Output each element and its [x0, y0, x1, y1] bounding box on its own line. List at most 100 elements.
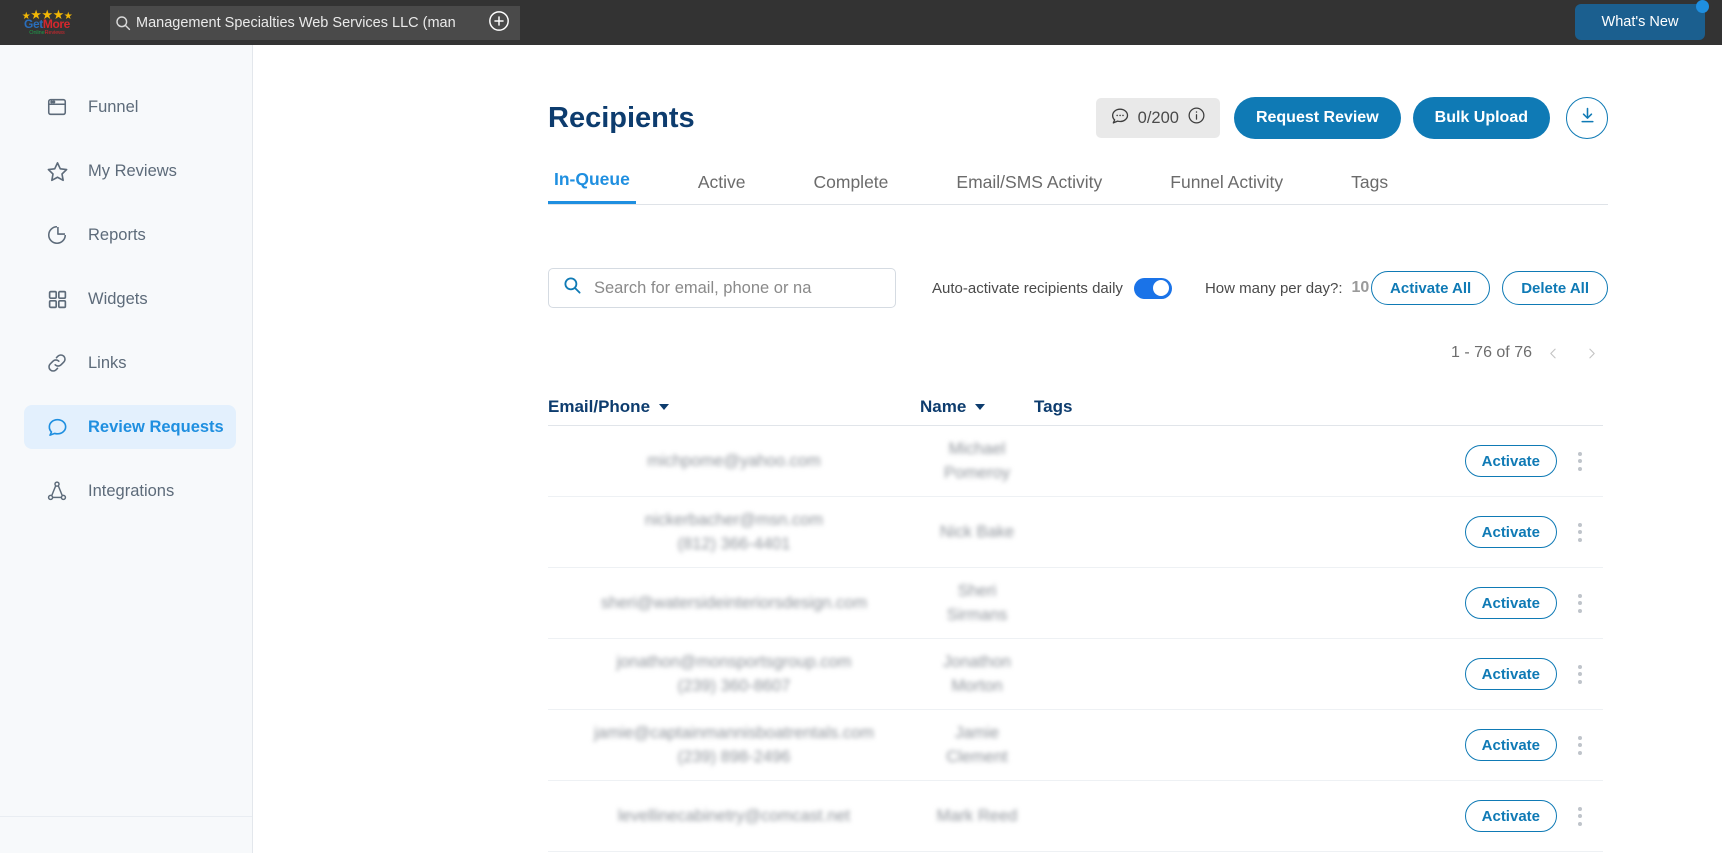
recipient-name-line1: Nick Bake	[939, 522, 1015, 541]
sidebar-item-label: Links	[88, 353, 127, 372]
cell-action: Activate	[1407, 516, 1557, 548]
auto-activate-toggle[interactable]	[1133, 277, 1172, 299]
logo-more-text: More	[42, 17, 70, 32]
kebab-menu-icon[interactable]	[1557, 522, 1603, 542]
cell-name: Mark Reed	[920, 807, 1034, 826]
download-icon	[1577, 105, 1598, 131]
logo-tagline: OnlineReviews	[29, 30, 65, 37]
sidebar-divider	[0, 816, 252, 817]
cell-action: Activate	[1407, 587, 1557, 619]
per-day-label: How many per day?:	[1204, 279, 1343, 297]
sidebar: Funnel My Reviews Reports Widgets Links …	[0, 45, 253, 853]
column-header-email-phone[interactable]: Email/Phone	[548, 397, 920, 417]
quota-value: 0/200	[1137, 108, 1179, 127]
per-day-value[interactable]: 10	[1352, 279, 1370, 297]
tab-active[interactable]: Active	[692, 172, 752, 204]
recipient-name-line1: Jonathon	[943, 652, 1011, 671]
sidebar-item-review-requests[interactable]: Review Requests	[24, 405, 236, 449]
recipient-phone: (239) 360-8607	[677, 676, 791, 695]
recipient-email: nickerbacher@msn.com	[644, 510, 824, 529]
column-label: Tags	[1034, 396, 1073, 416]
logo-reviews-text: Reviews	[44, 30, 65, 37]
tab-email-sms-activity[interactable]: Email/SMS Activity	[950, 172, 1108, 204]
toggle-knob	[1153, 280, 1170, 296]
recipient-email: jamie@captainmannisboatrentals.com	[594, 723, 874, 742]
activate-button[interactable]: Activate	[1464, 516, 1557, 548]
kebab-menu-icon[interactable]	[1557, 593, 1603, 613]
bulk-upload-button[interactable]: Bulk Upload	[1412, 97, 1550, 139]
kebab-menu-icon[interactable]	[1557, 451, 1603, 471]
cell-action: Activate	[1407, 729, 1557, 761]
search-icon	[563, 276, 582, 300]
activate-all-button[interactable]: Activate All	[1371, 271, 1491, 305]
filter-toolbar: Auto-activate recipients daily How many …	[548, 268, 1608, 308]
kebab-menu-icon[interactable]	[1557, 735, 1603, 755]
table-row[interactable]: nickerbacher@msn.com (812) 366-4401 Nick…	[548, 497, 1603, 568]
cell-email-phone: nickerbacher@msn.com (812) 366-4401	[548, 511, 920, 554]
column-header-name[interactable]: Name	[920, 397, 1034, 417]
sidebar-item-integrations[interactable]: Integrations	[24, 469, 236, 513]
tab-complete[interactable]: Complete	[808, 172, 895, 204]
recipient-phone: (812) 366-4401	[677, 534, 791, 553]
recipient-email: jonathon@monsportsgroup.com	[616, 652, 852, 671]
sidebar-item-funnel[interactable]: Funnel	[24, 85, 236, 129]
cell-action: Activate	[1407, 800, 1557, 832]
recipient-name-line1: Sheri	[957, 581, 997, 600]
sidebar-item-widgets[interactable]: Widgets	[24, 277, 236, 321]
recipient-email: levellinecabinetry@comcast.net	[617, 806, 851, 825]
activate-button[interactable]: Activate	[1464, 729, 1557, 761]
sidebar-item-links[interactable]: Links	[24, 341, 236, 385]
download-button[interactable]	[1566, 97, 1608, 139]
cell-email-phone: sheri@watersideinteriorsdesign.com	[548, 594, 920, 613]
recipient-name-line2: Pomeroy	[943, 463, 1011, 482]
recipient-name-line2: Sirmans	[946, 605, 1008, 624]
funnel-window-icon	[44, 94, 70, 120]
activate-button[interactable]: Activate	[1464, 445, 1557, 477]
logo-get-text: Get	[24, 17, 43, 32]
search-input[interactable]	[594, 278, 885, 298]
sidebar-item-my-reviews[interactable]: My Reviews	[24, 149, 236, 193]
activate-button[interactable]: Activate	[1464, 658, 1557, 690]
add-account-button[interactable]	[478, 6, 520, 40]
delete-all-button[interactable]: Delete All	[1502, 271, 1608, 305]
cell-email-phone: michpome@yahoo.com	[548, 452, 920, 471]
kebab-menu-icon[interactable]	[1557, 806, 1603, 826]
logo-wordmark: GetMore	[24, 18, 70, 30]
recipient-phone: (239) 898-2496	[677, 747, 791, 766]
activate-button[interactable]: Activate	[1464, 587, 1557, 619]
tab-in-queue[interactable]: In-Queue	[548, 169, 636, 204]
chevron-right-icon[interactable]	[1574, 336, 1608, 370]
table-row[interactable]: michpome@yahoo.com Michael Pomeroy Activ…	[548, 426, 1603, 497]
chevron-down-icon	[975, 403, 986, 410]
cell-name: Sheri Sirmans	[920, 582, 1034, 625]
activate-button[interactable]: Activate	[1464, 800, 1557, 832]
sidebar-item-reports[interactable]: Reports	[24, 213, 236, 257]
cell-email-phone: jonathon@monsportsgroup.com (239) 360-86…	[548, 653, 920, 696]
whats-new-button[interactable]: What's New	[1575, 0, 1709, 40]
tab-funnel-activity[interactable]: Funnel Activity	[1164, 172, 1289, 204]
table-row[interactable]: sheri@watersideinteriorsdesign.com Sheri…	[548, 568, 1603, 639]
account-search-field[interactable]: Management Specialties Web Services LLC …	[110, 6, 500, 40]
request-review-button[interactable]: Request Review	[1233, 97, 1401, 139]
app-logo[interactable]: ★★★★★ GetMore OnlineReviews	[16, 4, 78, 42]
recipients-table: Email/Phone Name Tags michpome@yahoo.com	[548, 388, 1603, 852]
cell-email-phone: levellinecabinetry@comcast.net	[548, 807, 920, 826]
search-field[interactable]	[548, 268, 896, 308]
sidebar-item-label: Widgets	[88, 289, 148, 308]
quota-badge: 0/200	[1095, 98, 1220, 138]
column-label: Email/Phone	[548, 396, 651, 416]
chevron-down-icon	[659, 403, 670, 410]
recipient-name-line1: Jamie	[954, 723, 999, 742]
table-row[interactable]: jonathon@monsportsgroup.com (239) 360-86…	[548, 639, 1603, 710]
tab-tags[interactable]: Tags	[1345, 172, 1394, 204]
kebab-menu-icon[interactable]	[1557, 664, 1603, 684]
info-circle-icon[interactable]	[1187, 106, 1206, 130]
cell-name: Jamie Clement	[920, 724, 1034, 767]
search-icon	[110, 6, 136, 40]
chevron-left-icon[interactable]	[1536, 336, 1570, 370]
table-header-row: Email/Phone Name Tags	[548, 388, 1603, 426]
table-row[interactable]: jamie@captainmannisboatrentals.com (239)…	[548, 710, 1603, 781]
recipient-name-line2: Clement	[946, 747, 1008, 766]
table-row[interactable]: levellinecabinetry@comcast.net Mark Reed…	[548, 781, 1603, 852]
sidebar-item-label: My Reviews	[88, 161, 177, 180]
